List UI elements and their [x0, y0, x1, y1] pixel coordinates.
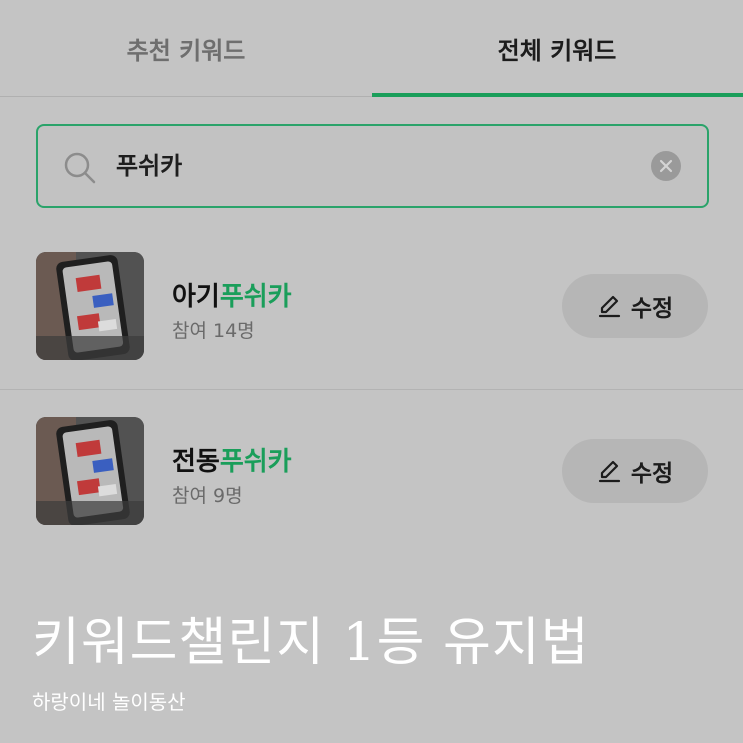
- tab-all-keywords[interactable]: 전체 키워드: [371, 0, 743, 97]
- keyword-tabs: 추천 키워드 전체 키워드: [0, 0, 743, 97]
- clear-icon[interactable]: [651, 151, 681, 181]
- overlay-title: 키워드챌린지 1등 유지법: [32, 613, 590, 673]
- edit-button-label: 수정: [630, 461, 674, 487]
- keyword-highlight: 푸쉬카: [219, 282, 292, 312]
- edit-button[interactable]: 수정: [562, 439, 708, 503]
- keyword-prefix: 아기: [172, 282, 220, 312]
- participant-count: 참여 9명: [172, 485, 243, 507]
- participant-count: 참여 14명: [172, 320, 255, 342]
- tab-recommended-keywords[interactable]: 추천 키워드: [0, 0, 372, 97]
- pencil-icon: [597, 458, 623, 484]
- edit-button-label: 수정: [630, 296, 674, 322]
- search-icon: [62, 150, 98, 186]
- list-item: 전동푸쉬카 참여 9명 수정: [0, 415, 743, 555]
- search-field[interactable]: 푸쉬카: [36, 124, 709, 208]
- keyword-thumbnail: [36, 252, 144, 360]
- edit-button[interactable]: 수정: [562, 274, 708, 338]
- search-input-value[interactable]: 푸쉬카: [116, 126, 182, 206]
- overlay-subtitle: 하랑이네 놀이동산: [32, 690, 186, 714]
- keyword-thumbnail: [36, 417, 144, 525]
- keyword-title: 아기푸쉬카: [172, 276, 292, 313]
- pencil-icon: [597, 293, 623, 319]
- active-tab-indicator: [372, 93, 743, 97]
- keyword-title: 전동푸쉬카: [172, 441, 292, 478]
- list-item: 아기푸쉬카 참여 14명 수정: [0, 250, 743, 390]
- keyword-prefix: 전동: [172, 447, 220, 477]
- keyword-highlight: 푸쉬카: [219, 447, 292, 477]
